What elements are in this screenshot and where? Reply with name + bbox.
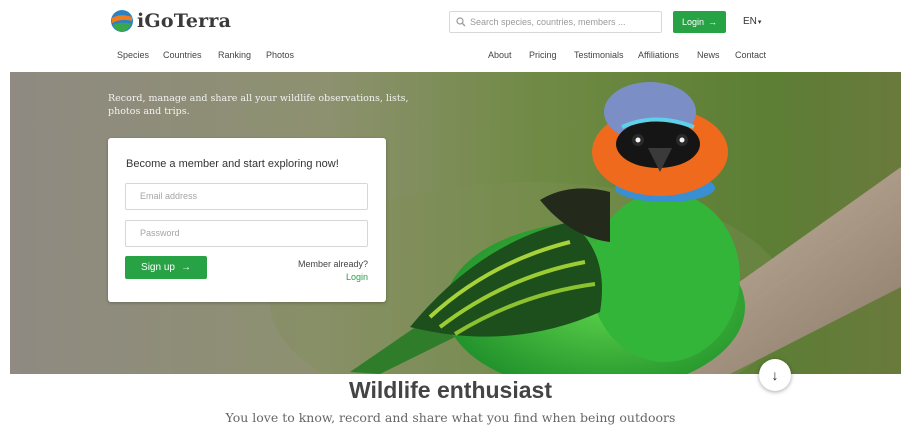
nav-item-species[interactable]: Species [117, 50, 149, 60]
search-placeholder: Search species, countries, members ... [470, 17, 626, 27]
hero-tagline: Record, manage and share all your wildli… [108, 93, 409, 117]
nav-item-testimonials[interactable]: Testimonials [574, 50, 624, 60]
email-field[interactable]: Email address [125, 183, 368, 210]
member-text: Member already? [297, 259, 368, 269]
logo[interactable]: iGoTerra [110, 9, 231, 33]
arrow-right-icon: → [708, 17, 718, 27]
language-value: EN [743, 16, 757, 27]
nav-item-news[interactable]: News [697, 50, 720, 60]
login-button-label: Login [681, 17, 705, 27]
globe-logo-icon [111, 10, 133, 32]
nav-item-contact[interactable]: Contact [735, 50, 766, 60]
section-subline: You love to know, record and share what … [225, 410, 676, 425]
nav-item-ranking[interactable]: Ranking [218, 50, 251, 60]
signup-button[interactable]: Sign up → [125, 256, 207, 279]
signup-button-label: Sign up [141, 262, 175, 273]
member-login-link[interactable]: Login [298, 271, 368, 284]
nav-item-about[interactable]: About [488, 50, 512, 60]
member-login-prompt: Member already? Login [298, 258, 368, 284]
logo-text: iGoTerra [137, 10, 232, 32]
nav-item-affiliations[interactable]: Affiliations [638, 50, 679, 60]
signup-card: Become a member and start exploring now!… [108, 138, 386, 302]
login-button[interactable]: Login → [673, 11, 726, 33]
chevron-down-icon: ▾ [757, 19, 762, 26]
nav-item-pricing[interactable]: Pricing [529, 50, 557, 60]
search-input[interactable]: Search species, countries, members ... [449, 11, 662, 33]
language-selector[interactable]: EN▾ [743, 16, 761, 27]
password-field[interactable]: Password [125, 220, 368, 247]
search-icon [456, 17, 466, 27]
arrow-right-icon: → [180, 262, 191, 273]
section-headline: Wildlife enthusiast [349, 377, 552, 403]
hero-banner: Record, manage and share all your wildli… [10, 72, 901, 374]
site-header: iGoTerra Search species, countries, memb… [0, 0, 901, 72]
nav-item-photos[interactable]: Photos [266, 50, 294, 60]
nav-item-countries[interactable]: Countries [163, 50, 202, 60]
signup-card-title: Become a member and start exploring now! [126, 158, 339, 170]
